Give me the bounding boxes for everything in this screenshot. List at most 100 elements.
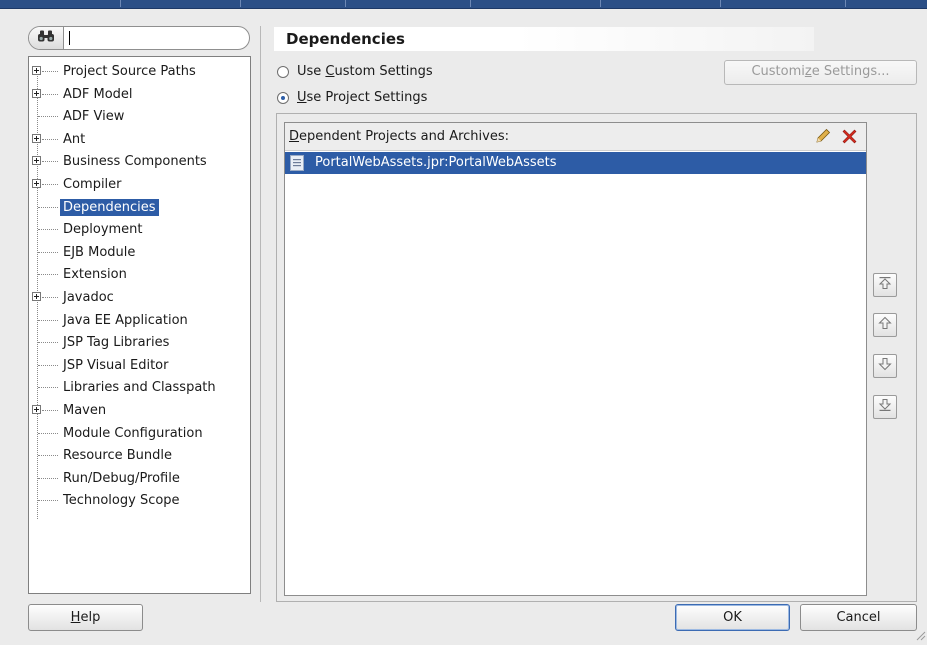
- expand-icon[interactable]: [32, 292, 41, 301]
- tree-item-label: Javadoc: [63, 290, 114, 305]
- list-title: Dependent Projects and Archives:: [289, 129, 509, 144]
- tree-connector: [42, 93, 58, 95]
- move-to-bottom-icon: [878, 398, 892, 416]
- tree-item-adf-view[interactable]: ADF View: [29, 106, 248, 127]
- tree-item-label: Resource Bundle: [63, 448, 173, 464]
- strip-divider: [845, 0, 846, 7]
- tree-item-label: EJB Module: [63, 244, 136, 260]
- arrow-up-icon: [878, 316, 892, 334]
- radio-label: Use Project Settings: [297, 90, 428, 105]
- tree-item-label: ADF View: [63, 109, 125, 125]
- panel-title: Dependencies: [286, 30, 405, 48]
- search-options-button[interactable]: [29, 27, 64, 49]
- strip-divider: [600, 0, 601, 7]
- tree-item-technology-scope[interactable]: Technology Scope: [29, 490, 248, 511]
- expand-icon[interactable]: [32, 133, 41, 143]
- list-item-label: PortalWebAssets.jpr:PortalWebAssets: [315, 155, 557, 170]
- tree-item-dependencies[interactable]: Dependencies: [29, 197, 248, 218]
- tree-connector: [38, 229, 58, 231]
- expand-icon[interactable]: [32, 156, 41, 166]
- tree-item-label: Module Configuration: [63, 425, 203, 441]
- tree-item-project-source-paths[interactable]: Project Source Paths: [29, 61, 248, 82]
- category-tree[interactable]: Project Source Paths ADF Model ADF View Ant…: [28, 56, 251, 594]
- tree-item-module-configuration[interactable]: Module Configuration: [29, 423, 248, 444]
- tree-connector: [38, 116, 58, 118]
- tree-item-label: Libraries and Classpath: [63, 380, 216, 396]
- tree-item-compiler[interactable]: Compiler: [29, 174, 248, 195]
- tree-connector: [38, 364, 58, 366]
- move-to-bottom-button[interactable]: [873, 395, 897, 419]
- move-to-top-icon: [878, 276, 892, 294]
- tree-connector: [38, 432, 58, 434]
- tree-connector: [42, 161, 58, 163]
- tree-connector: [38, 342, 58, 344]
- radio-indicator-checked: [277, 92, 289, 104]
- tree-item-business-components[interactable]: Business Components: [29, 151, 248, 172]
- tree-item-ant[interactable]: Ant: [29, 129, 248, 150]
- tree-item-javadoc[interactable]: Javadoc: [29, 287, 248, 308]
- edit-pencil-icon[interactable]: [814, 127, 832, 149]
- binoculars-icon: [37, 29, 55, 47]
- tree-item-libraries-and-classpath[interactable]: Libraries and Classpath: [29, 377, 248, 398]
- tree-item-deployment[interactable]: Deployment: [29, 219, 248, 240]
- tree-item-label: ADF Model: [63, 86, 133, 102]
- expand-icon[interactable]: [32, 66, 41, 75]
- strip-divider: [720, 0, 721, 7]
- tree-item-label: JSP Tag Libraries: [63, 335, 170, 351]
- expand-icon[interactable]: [32, 179, 41, 188]
- strip-divider: [345, 0, 346, 7]
- tree-item-resource-bundle[interactable]: Resource Bundle: [29, 445, 248, 466]
- customize-settings-button[interactable]: Customize Settings...: [724, 60, 917, 85]
- tree-item-label: Dependencies: [60, 198, 159, 216]
- pane-divider[interactable]: [260, 26, 261, 602]
- tree-item-label: Extension: [63, 267, 127, 283]
- tree-item-adf-model[interactable]: ADF Model: [29, 84, 248, 105]
- tree-item-label: Run/Debug/Profile: [63, 470, 180, 486]
- tree-connector: [42, 410, 58, 411]
- arrow-down-icon: [878, 357, 892, 375]
- search-input[interactable]: [65, 29, 241, 45]
- expand-icon[interactable]: [32, 88, 41, 98]
- radio-indicator: [277, 66, 289, 78]
- tree-item-java-ee-application[interactable]: Java EE Application: [29, 310, 248, 331]
- window-top-strip: [0, 0, 927, 9]
- resize-grip-icon[interactable]: [912, 627, 926, 645]
- tree-connector: [38, 455, 58, 457]
- tree-item-run-debug-profile[interactable]: Run/Debug/Profile: [29, 468, 248, 489]
- dependent-projects-list[interactable]: Dependent Projects and Archives: PortalW…: [284, 122, 867, 596]
- expand-icon[interactable]: [32, 405, 41, 414]
- help-button[interactable]: Help: [28, 604, 143, 631]
- tree-item-label: Java EE Application: [63, 312, 188, 328]
- list-item-selected[interactable]: PortalWebAssets.jpr:PortalWebAssets: [285, 152, 866, 174]
- move-to-top-button[interactable]: [873, 273, 897, 297]
- move-up-button[interactable]: [873, 313, 897, 337]
- tree-item-jsp-tag-libraries[interactable]: JSP Tag Libraries: [29, 332, 248, 353]
- tree-connector: [42, 297, 58, 298]
- tree-item-extension[interactable]: Extension: [29, 264, 248, 285]
- panel-header: Dependencies: [274, 27, 814, 51]
- search-box[interactable]: [28, 26, 250, 50]
- tree-item-ejb-module[interactable]: EJB Module: [29, 242, 248, 263]
- tree-item-maven[interactable]: Maven: [29, 400, 248, 421]
- list-header: Dependent Projects and Archives:: [285, 123, 866, 151]
- strip-divider: [240, 0, 241, 7]
- tree-connector: [38, 500, 58, 502]
- tree-item-label: Ant: [63, 131, 86, 147]
- tree-connector: [42, 71, 58, 72]
- move-down-button[interactable]: [873, 354, 897, 378]
- tree-item-label: Technology Scope: [63, 493, 180, 509]
- tree-connector: [38, 206, 58, 208]
- project-file-icon: [290, 155, 304, 175]
- tree-item-label: Deployment: [63, 222, 143, 238]
- ok-button[interactable]: OK: [675, 604, 790, 631]
- tree-connector: [38, 387, 58, 389]
- tree-connector: [38, 477, 58, 479]
- delete-icon[interactable]: [840, 127, 859, 150]
- strip-divider: [120, 0, 121, 7]
- tree-item-label: Maven: [63, 403, 107, 418]
- tree-item-label: Business Components: [63, 154, 207, 170]
- tree-connector: [42, 184, 58, 185]
- tree-item-jsp-visual-editor[interactable]: JSP Visual Editor: [29, 355, 248, 376]
- tree-connector: [42, 138, 58, 140]
- cancel-button[interactable]: Cancel: [800, 604, 917, 631]
